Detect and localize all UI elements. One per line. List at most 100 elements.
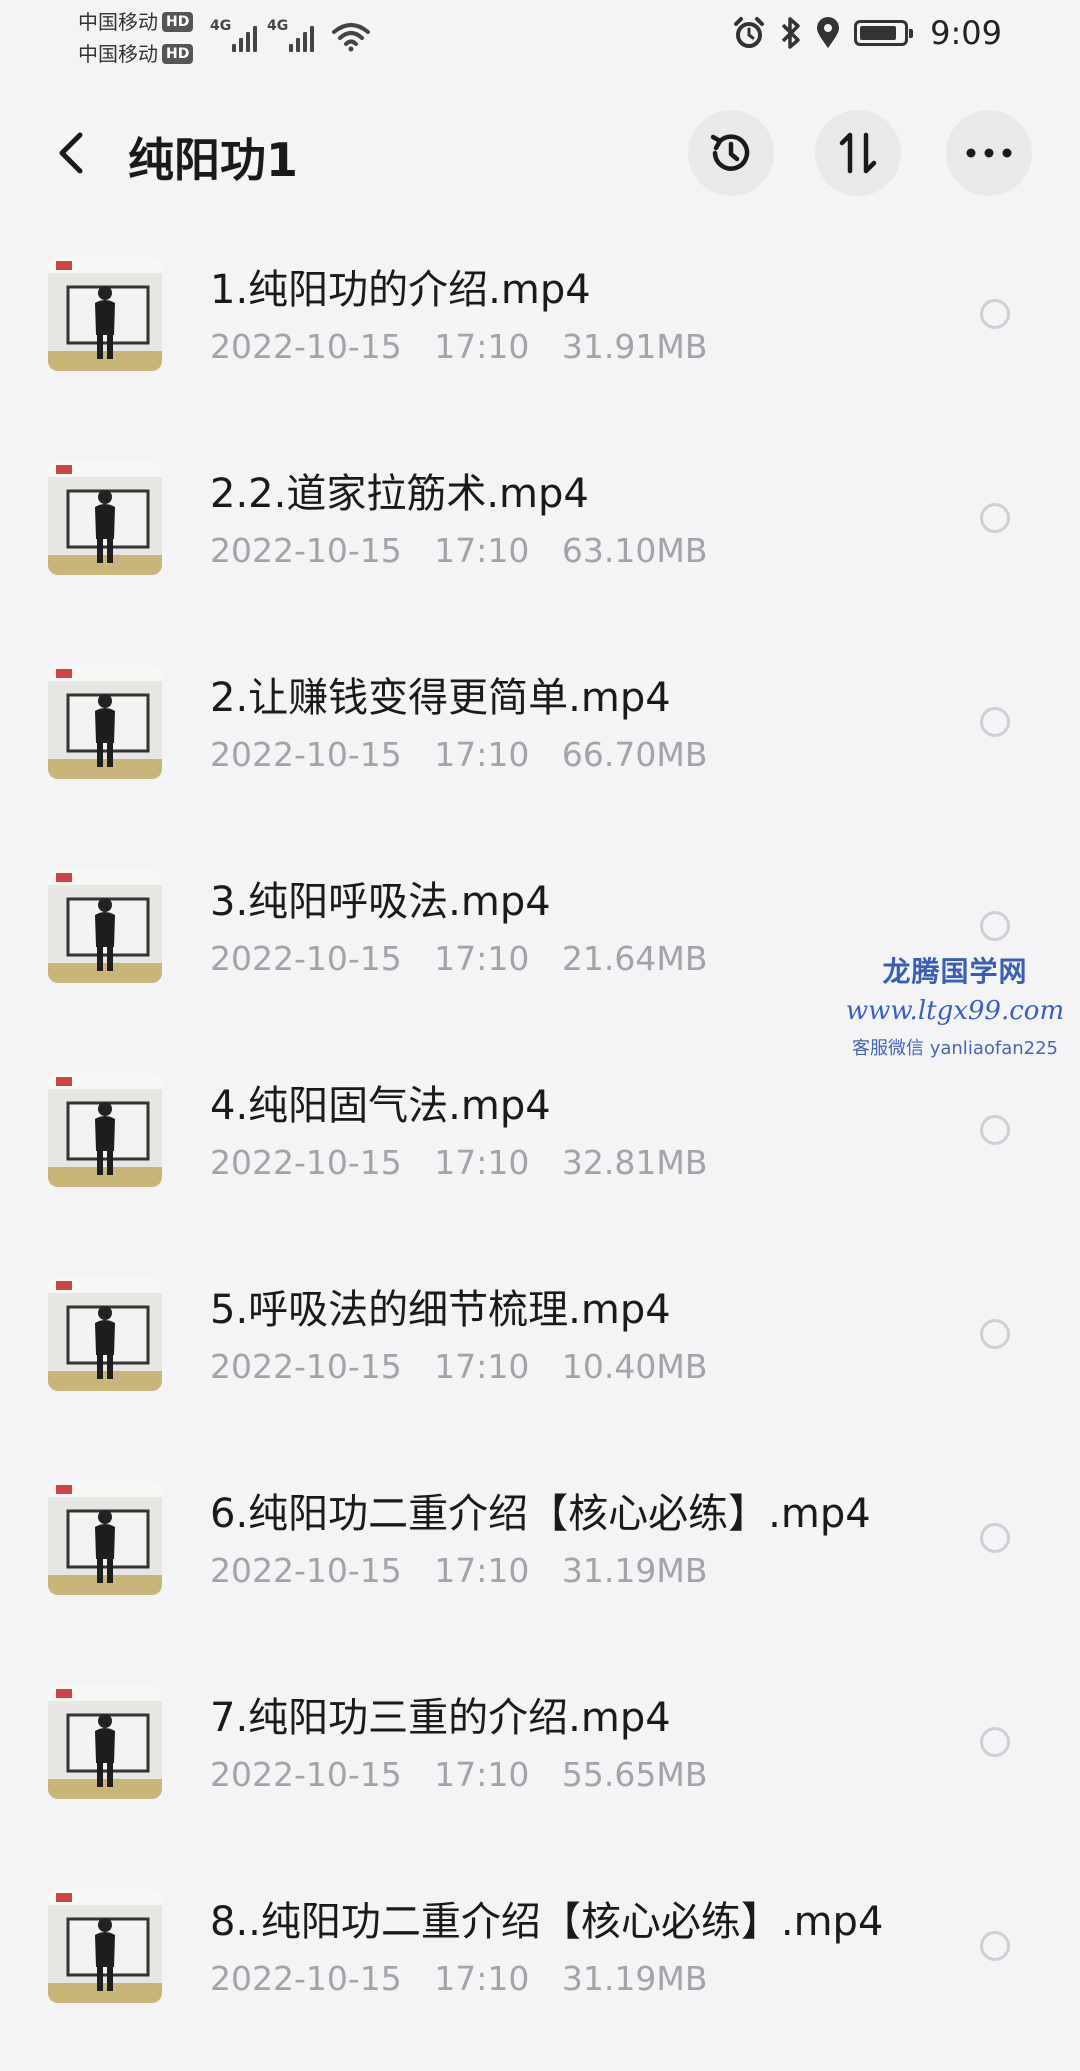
file-time: 17:10 bbox=[434, 1755, 530, 1794]
carrier-1-label: 中国移动 bbox=[78, 10, 158, 34]
file-time: 17:10 bbox=[434, 1347, 530, 1386]
file-name: 5.呼吸法的细节梳理.mp4 bbox=[210, 1287, 671, 1333]
carrier-2-label: 中国移动 bbox=[78, 42, 158, 66]
select-checkbox[interactable] bbox=[980, 911, 1010, 941]
file-size: 10.40MB bbox=[561, 1347, 708, 1386]
file-meta: 2022-10-15 17:10 10.40MB bbox=[210, 1347, 729, 1386]
file-time: 17:10 bbox=[434, 939, 530, 978]
file-time: 17:10 bbox=[434, 1551, 530, 1590]
file-date: 2022-10-15 bbox=[210, 1143, 402, 1182]
status-right: 9:09 bbox=[732, 14, 1002, 52]
select-checkbox[interactable] bbox=[980, 1523, 1010, 1553]
status-bar: 中国移动 HD 中国移动 HD 4G 4G 9:09 bbox=[0, 0, 1080, 80]
file-date: 2022-10-15 bbox=[210, 327, 402, 366]
bluetooth-icon bbox=[781, 17, 800, 49]
file-size: 32.81MB bbox=[561, 1143, 708, 1182]
battery-icon bbox=[854, 20, 914, 46]
file-row[interactable]: 3.纯阳呼吸法.mp4 2022-10-15 17:10 21.64MB bbox=[0, 847, 1080, 1051]
file-size: 31.91MB bbox=[561, 327, 708, 366]
network-type-label: 4G bbox=[210, 18, 232, 34]
select-checkbox[interactable] bbox=[980, 1115, 1010, 1145]
file-row[interactable]: 6.纯阳功二重介绍【核心必练】.mp4 2022-10-15 17:10 31.… bbox=[0, 1459, 1080, 1663]
carrier-info: 中国移动 HD 中国移动 HD bbox=[78, 6, 194, 70]
file-date: 2022-10-15 bbox=[210, 735, 402, 774]
hd-badge: HD bbox=[162, 12, 194, 32]
more-button[interactable] bbox=[946, 110, 1032, 196]
file-size: 66.70MB bbox=[561, 735, 708, 774]
file-time: 17:10 bbox=[434, 1143, 530, 1182]
video-thumbnail bbox=[48, 1889, 162, 2003]
file-meta: 2022-10-15 17:10 55.65MB bbox=[210, 1755, 729, 1794]
alarm-icon bbox=[734, 17, 765, 48]
file-size: 31.19MB bbox=[561, 1551, 708, 1590]
network-type-label: 4G bbox=[267, 18, 289, 34]
file-size: 31.19MB bbox=[561, 1959, 708, 1998]
video-thumbnail bbox=[48, 665, 162, 779]
file-meta: 2022-10-15 17:10 66.70MB bbox=[210, 735, 729, 774]
file-time: 17:10 bbox=[434, 327, 530, 366]
back-button[interactable] bbox=[46, 128, 96, 178]
video-thumbnail bbox=[48, 1073, 162, 1187]
file-list: 1.纯阳功的介绍.mp4 2022-10-15 17:10 31.91MB 2.… bbox=[0, 235, 1080, 2071]
file-row[interactable]: 1.纯阳功的介绍.mp4 2022-10-15 17:10 31.91MB bbox=[0, 235, 1080, 439]
select-checkbox[interactable] bbox=[980, 299, 1010, 329]
file-date: 2022-10-15 bbox=[210, 1755, 402, 1794]
file-meta: 2022-10-15 17:10 31.19MB bbox=[210, 1551, 729, 1590]
file-name: 6.纯阳功二重介绍【核心必练】.mp4 bbox=[210, 1491, 871, 1537]
file-name: 2.让赚钱变得更简单.mp4 bbox=[210, 675, 671, 721]
sort-button[interactable] bbox=[815, 110, 901, 196]
battery-level-fill bbox=[860, 26, 897, 40]
sort-icon bbox=[839, 132, 877, 174]
file-date: 2022-10-15 bbox=[210, 1959, 402, 1998]
status-time: 9:09 bbox=[930, 14, 1002, 52]
file-size: 63.10MB bbox=[561, 531, 708, 570]
file-time: 17:10 bbox=[434, 1959, 530, 1998]
file-date: 2022-10-15 bbox=[210, 1347, 402, 1386]
file-row[interactable]: 8..纯阳功二重介绍【核心必练】.mp4 2022-10-15 17:10 31… bbox=[0, 1867, 1080, 2071]
page-title: 纯阳功1 bbox=[128, 133, 299, 187]
file-meta: 2022-10-15 17:10 31.91MB bbox=[210, 327, 729, 366]
select-checkbox[interactable] bbox=[980, 1931, 1010, 1961]
file-name: 8..纯阳功二重介绍【核心必练】.mp4 bbox=[210, 1899, 884, 1945]
select-checkbox[interactable] bbox=[980, 503, 1010, 533]
file-row[interactable]: 7.纯阳功三重的介绍.mp4 2022-10-15 17:10 55.65MB bbox=[0, 1663, 1080, 1867]
location-icon bbox=[817, 17, 840, 48]
video-thumbnail bbox=[48, 869, 162, 983]
header: 纯阳功1 bbox=[0, 100, 1080, 210]
file-row[interactable]: 5.呼吸法的细节梳理.mp4 2022-10-15 17:10 10.40MB bbox=[0, 1255, 1080, 1459]
file-name: 2.2.道家拉筋术.mp4 bbox=[210, 471, 589, 517]
more-icon bbox=[966, 148, 1012, 158]
history-icon bbox=[710, 134, 750, 171]
file-size: 55.65MB bbox=[561, 1755, 708, 1794]
video-thumbnail bbox=[48, 461, 162, 575]
file-meta: 2022-10-15 17:10 31.19MB bbox=[210, 1959, 729, 1998]
video-thumbnail bbox=[48, 1685, 162, 1799]
file-size: 21.64MB bbox=[561, 939, 708, 978]
select-checkbox[interactable] bbox=[980, 1727, 1010, 1757]
signal-indicators: 4G 4G bbox=[210, 18, 370, 52]
file-time: 17:10 bbox=[434, 735, 530, 774]
file-meta: 2022-10-15 17:10 63.10MB bbox=[210, 531, 729, 570]
file-row[interactable]: 2.让赚钱变得更简单.mp4 2022-10-15 17:10 66.70MB bbox=[0, 643, 1080, 847]
video-thumbnail bbox=[48, 1481, 162, 1595]
file-name: 3.纯阳呼吸法.mp4 bbox=[210, 879, 551, 925]
file-meta: 2022-10-15 17:10 21.64MB bbox=[210, 939, 729, 978]
file-name: 1.纯阳功的介绍.mp4 bbox=[210, 267, 591, 313]
hd-badge: HD bbox=[162, 44, 194, 64]
wifi-icon bbox=[332, 23, 370, 52]
select-checkbox[interactable] bbox=[980, 707, 1010, 737]
file-meta: 2022-10-15 17:10 32.81MB bbox=[210, 1143, 729, 1182]
file-date: 2022-10-15 bbox=[210, 531, 402, 570]
file-name: 4.纯阳固气法.mp4 bbox=[210, 1083, 551, 1129]
file-name: 7.纯阳功三重的介绍.mp4 bbox=[210, 1695, 671, 1741]
signal-strength-icon: 4G bbox=[267, 18, 314, 52]
file-date: 2022-10-15 bbox=[210, 939, 402, 978]
history-button[interactable] bbox=[688, 110, 774, 196]
signal-strength-icon: 4G bbox=[210, 18, 257, 52]
back-icon bbox=[59, 132, 83, 174]
file-row[interactable]: 4.纯阳固气法.mp4 2022-10-15 17:10 32.81MB bbox=[0, 1051, 1080, 1255]
file-time: 17:10 bbox=[434, 531, 530, 570]
file-date: 2022-10-15 bbox=[210, 1551, 402, 1590]
file-row[interactable]: 2.2.道家拉筋术.mp4 2022-10-15 17:10 63.10MB bbox=[0, 439, 1080, 643]
select-checkbox[interactable] bbox=[980, 1319, 1010, 1349]
